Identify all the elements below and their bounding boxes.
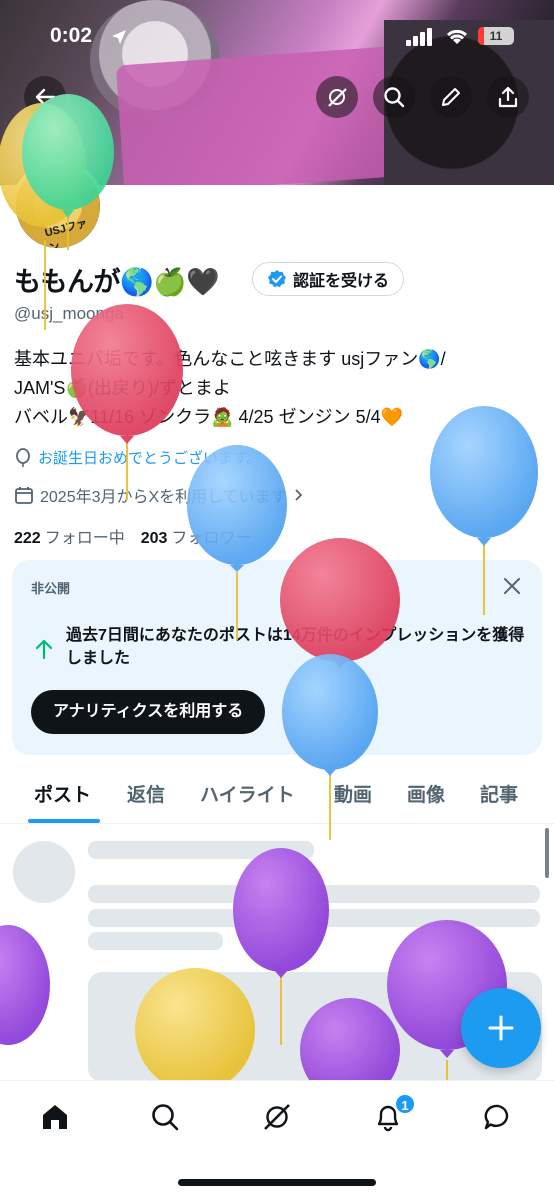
tab-replies[interactable]: 返信 (127, 780, 165, 807)
battery-indicator: 11 (478, 27, 514, 45)
analytics-card: 非公開 過去7日間にあなたのポストは14万件のインプレッションを獲得しました ア… (12, 560, 542, 755)
get-verified-label: 認証を受ける (293, 273, 390, 290)
following-count: 222 (14, 530, 41, 547)
followers-count: 203 (140, 530, 168, 547)
bio-line: 基本ユニバ垢です。色んなこと呟きます usjファン🌎/ (14, 349, 446, 369)
get-verified-button[interactable]: 認証を受ける (252, 262, 405, 296)
nav-grok[interactable] (259, 1099, 295, 1135)
avatar[interactable]: USJファン (12, 160, 104, 252)
cellular-signal-icon (406, 28, 432, 46)
balloon-purple-2 (0, 925, 50, 1045)
grok-icon (264, 1104, 290, 1130)
profile-bio: 基本ユニバ垢です。色んなこと呟きます usjファン🌎/ JAM'S🍏(出戻り)/… (14, 345, 534, 432)
tab-highlights[interactable]: ハイライト (200, 780, 295, 807)
bio-line: JAM'S🍏(出戻り)/ずとまよ (14, 378, 231, 398)
search-button[interactable] (373, 76, 415, 118)
followers-label: フォロワー (171, 530, 252, 547)
user-handle: @usj_moonga (14, 304, 124, 323)
status-bar: 0:02 11 (0, 18, 554, 58)
chevron-right-icon (295, 489, 302, 501)
use-analytics-button[interactable]: アナリティクスを利用する (31, 690, 266, 734)
active-tab-indicator (28, 819, 100, 823)
tab-images[interactable]: 画像 (407, 780, 445, 807)
notifications-badge: 1 (394, 1093, 416, 1115)
birthday-text: お誕生日おめでとうございます。 (38, 450, 262, 467)
status-time: 0:02 (50, 24, 93, 47)
skeleton-line (88, 932, 223, 950)
calendar-icon (15, 487, 33, 504)
plus-icon (488, 1015, 514, 1041)
grok-button[interactable] (316, 76, 358, 118)
tab-videos[interactable]: 動画 (334, 780, 372, 807)
following-link[interactable]: 222 フォロー中 (14, 524, 125, 548)
joined-row[interactable]: 2025年3月からXを利用しています (14, 483, 305, 507)
search-icon (384, 87, 405, 108)
tab-articles[interactable]: 記事 (480, 780, 518, 807)
skeleton-line (88, 909, 540, 927)
display-name-row: ももんが🌎🍏🖤 (14, 260, 220, 299)
profile-tabs: ポスト 返信 ハイライト 動画 画像 記事 (0, 770, 554, 824)
back-arrow-icon (35, 88, 56, 106)
nav-search[interactable] (147, 1099, 183, 1135)
balloon-icon (16, 447, 30, 467)
analytics-message: 過去7日間にあなたのポストは14万件のインプレッションを獲得しました (66, 627, 525, 667)
arrow-up-icon (35, 639, 53, 660)
share-icon (498, 86, 518, 108)
bio-line: バベル🦅11/16 ゾンクラ🧟 4/25 ゼンジン 5/4🧡 (14, 407, 404, 427)
nav-home[interactable] (37, 1099, 73, 1135)
edit-pencil-icon (442, 88, 460, 106)
tab-posts[interactable]: ポスト (34, 780, 91, 807)
location-arrow-icon (112, 30, 126, 44)
battery-level: 11 (489, 29, 503, 43)
follow-stats: 222 フォロー中 203 フォロワー (14, 524, 251, 548)
birthday-row[interactable]: お誕生日おめでとうございます。 (14, 447, 262, 468)
compose-post-button[interactable] (461, 988, 541, 1068)
private-label: 非公開 (31, 581, 71, 596)
skeleton-avatar (13, 841, 75, 903)
joined-text: 2025年3月からXを利用しています (40, 489, 287, 506)
followers-link[interactable]: 203 フォロワー (141, 524, 252, 548)
skeleton-line (88, 841, 314, 859)
avatar-logo-text: USJファン (43, 217, 89, 252)
wifi-icon (446, 29, 468, 44)
display-name: ももんが🌎🍏🖤 (14, 267, 220, 297)
home-indicator[interactable] (178, 1179, 376, 1186)
following-label: フォロー中 (44, 530, 125, 547)
close-icon[interactable] (500, 574, 524, 598)
nav-messages[interactable] (480, 1099, 516, 1135)
back-button[interactable] (24, 76, 66, 118)
grok-icon (328, 88, 347, 107)
home-icon (43, 1105, 67, 1129)
edit-button[interactable] (430, 76, 472, 118)
banner-cloth-decoration (115, 44, 425, 185)
messages-icon (484, 1104, 509, 1130)
skeleton-line (88, 885, 540, 903)
scrollbar[interactable] (545, 828, 549, 878)
share-button[interactable] (487, 76, 529, 118)
verified-badge-icon (268, 270, 286, 288)
search-icon (152, 1104, 179, 1131)
